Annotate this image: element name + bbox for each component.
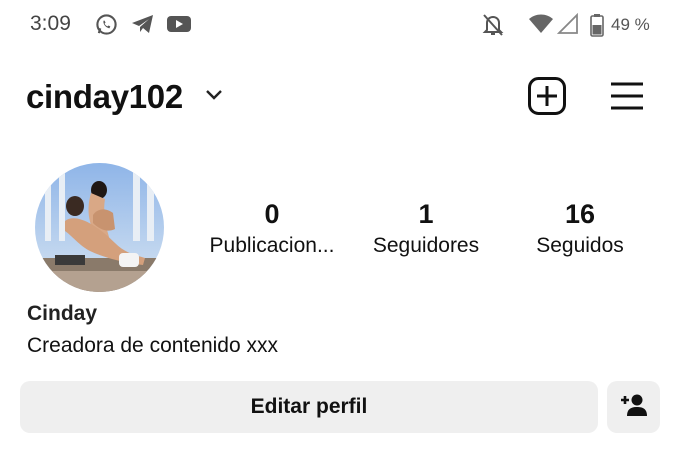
add-person-icon [619, 393, 649, 422]
bio-text: Creadora de contenido xxx [27, 334, 278, 357]
stat-followers[interactable]: 1 Seguidores [360, 196, 492, 258]
stat-posts-label: Publicacion... [209, 234, 335, 257]
wifi-icon [528, 13, 554, 40]
username-switcher[interactable]: cinday102 [26, 78, 183, 116]
menu-icon[interactable] [608, 76, 648, 116]
stat-posts[interactable]: 0 Publicacion... [201, 196, 343, 258]
whatsapp-icon [95, 13, 118, 41]
stat-posts-value: 0 [264, 199, 280, 229]
status-bar: 3:09 49 % [0, 0, 680, 50]
status-time: 3:09 [30, 12, 71, 35]
avatar[interactable] [35, 163, 164, 292]
telegram-icon [131, 13, 155, 40]
stat-following-value: 16 [564, 199, 596, 229]
stat-followers-label: Seguidores [372, 234, 480, 257]
youtube-icon [166, 13, 192, 40]
stat-following-label: Seguidos [536, 234, 624, 257]
edit-profile-label: Editar perfil [250, 395, 368, 418]
display-name: Cinday [27, 302, 98, 325]
notifications-off-icon [482, 13, 504, 42]
stat-following[interactable]: 16 Seguidos [520, 196, 640, 258]
discover-people-button[interactable] [607, 381, 660, 433]
edit-profile-button[interactable]: Editar perfil [20, 381, 598, 433]
battery-icon [590, 13, 604, 42]
create-post-icon[interactable] [527, 76, 567, 116]
chevron-down-icon[interactable] [204, 88, 224, 107]
signal-icon [556, 12, 579, 40]
battery-percent: 49 % [611, 15, 650, 34]
stat-followers-value: 1 [418, 199, 434, 229]
